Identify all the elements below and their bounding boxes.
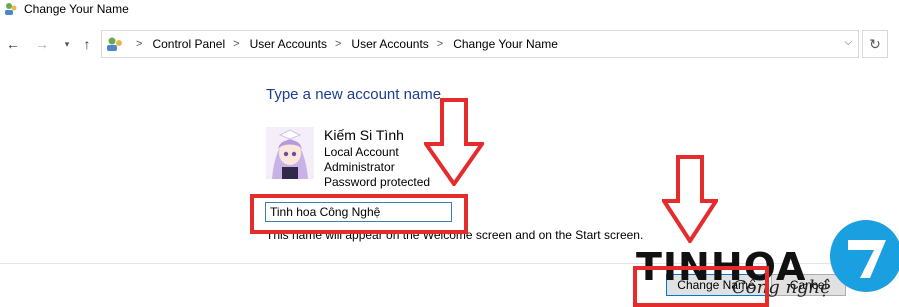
user-accounts-icon (5, 3, 17, 15)
breadcrumb-user-accounts-sub[interactable]: User Accounts (351, 37, 428, 51)
account-password-status: Password protected (324, 175, 431, 189)
logo-seven-icon (848, 240, 886, 278)
change-your-name-window: Change Your Name ← → ▾ ↑ > Control Panel… (0, 0, 899, 307)
account-role: Administrator (324, 160, 395, 174)
breadcrumb-user-accounts[interactable]: User Accounts (250, 37, 327, 51)
account-type: Local Account (324, 145, 399, 159)
chevron-down-icon[interactable]: ▾ (58, 34, 76, 54)
logo-circle (830, 220, 899, 292)
title-bar: Change Your Name (0, 0, 899, 18)
refresh-icon[interactable]: ↻ (862, 30, 888, 58)
navigation-row: ← → ▾ ↑ > Control Panel > User Accounts … (0, 30, 899, 58)
up-arrow-icon[interactable]: ↑ (78, 34, 96, 54)
back-arrow-icon[interactable]: ← (4, 34, 22, 54)
chevron-down-icon[interactable]: ⌵ (844, 37, 852, 48)
annotation-down-arrow-icon (424, 98, 484, 186)
breadcrumb-separator: > (136, 38, 143, 50)
breadcrumb-change-your-name[interactable]: Change Your Name (453, 37, 558, 51)
breadcrumb-separator: > (334, 38, 342, 50)
address-bar[interactable]: > Control Panel > User Accounts > User A… (101, 30, 859, 58)
forward-arrow-icon[interactable]: → (33, 34, 51, 54)
account-card: Kiếm Si Tình Local Account Administrator… (266, 127, 430, 190)
window-title: Change Your Name (24, 2, 129, 16)
annotation-highlight-button (633, 266, 769, 307)
page-heading: Type a new account name (266, 86, 442, 103)
account-info: Kiếm Si Tình Local Account Administrator… (324, 127, 430, 190)
breadcrumb-control-panel[interactable]: Control Panel (152, 37, 225, 51)
account-name: Kiếm Si Tình (324, 127, 404, 143)
annotation-down-arrow-icon (662, 155, 718, 243)
avatar (266, 127, 314, 179)
breadcrumb-separator: > (436, 38, 444, 50)
breadcrumb-separator: > (233, 38, 240, 50)
user-accounts-icon (107, 37, 122, 51)
annotation-highlight-input (250, 194, 468, 234)
